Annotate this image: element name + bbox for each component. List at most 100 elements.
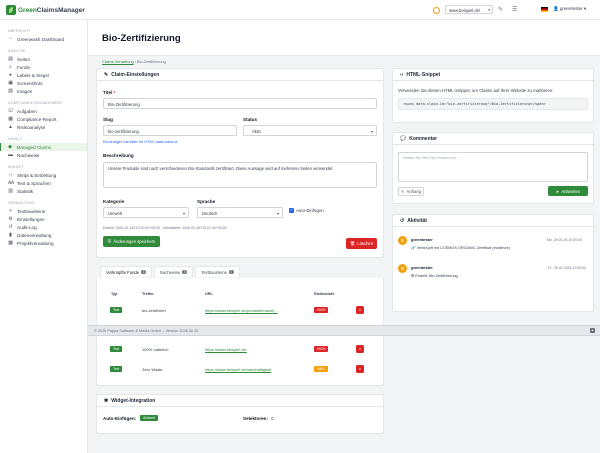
sidebar-item-statistik[interactable]: ▥ Statistik bbox=[0, 187, 87, 195]
sidebar-item-audit-log[interactable]: ↺ Audit-Log bbox=[0, 223, 87, 231]
selectors-label: Selektoren: bbox=[243, 416, 269, 421]
gear-icon: ⚙ bbox=[8, 216, 13, 222]
scroll-top-icon[interactable]: ▲ bbox=[590, 328, 595, 333]
language-flag-icon[interactable] bbox=[541, 7, 548, 12]
auto-insert-label: Auto-Einfügen bbox=[296, 208, 324, 213]
hit-text: 100% natürlich bbox=[142, 347, 169, 352]
risk-badge: HIGH bbox=[314, 346, 329, 352]
html-snippet-header: ‹› HTML-Snippet bbox=[393, 69, 593, 81]
plus-icon: ⊞ bbox=[411, 274, 415, 278]
puzzle-icon: ✱ bbox=[104, 397, 109, 404]
theme-toggle-icon[interactable] bbox=[433, 7, 440, 14]
sidebar-item-compliance-report[interactable]: ▦ Compliance-Report bbox=[0, 115, 87, 123]
language-select[interactable]: Deutsch ▾ bbox=[197, 207, 283, 218]
sidebar-item-screenshots[interactable]: ▣ Screenshots bbox=[0, 79, 87, 87]
auto-insert-status-label: Auto-Einfügen: bbox=[103, 416, 137, 421]
sidebar-item-nachweise[interactable]: ▬ Nachweise bbox=[0, 151, 87, 159]
sidebar-item-funde[interactable]: ⌕ Funde bbox=[0, 63, 87, 71]
code-icon: ‹› bbox=[8, 172, 13, 178]
domain-select[interactable]: www.beispiel.de/▾ bbox=[445, 5, 493, 14]
auto-insert-checkbox[interactable]: ✓ bbox=[289, 208, 294, 213]
delete-row-button[interactable]: × bbox=[356, 365, 364, 373]
sidebar-item-images[interactable]: ▨ Images bbox=[0, 87, 87, 95]
sidebar-item-seiten[interactable]: ▤ Seiten bbox=[0, 55, 87, 63]
chevron-down-icon: ▾ bbox=[276, 210, 279, 216]
warning-icon: ▲ bbox=[8, 124, 13, 130]
sidebar-item-projektverwaltung[interactable]: ▩ Projektverwaltung bbox=[0, 239, 87, 247]
activity-time: Mo, 29.01.26 10:30:00 bbox=[547, 238, 583, 242]
app-name: GreenClaimsManager bbox=[18, 6, 85, 14]
paperclip-icon: ✎ bbox=[401, 189, 405, 194]
tabs: Verknüpfte Funde 3 Nachweise 0 Textbaustei… bbox=[100, 266, 240, 277]
type-badge: Text bbox=[110, 307, 123, 313]
hit-text: Zero Waste bbox=[142, 367, 163, 372]
trash-icon: 🗑 bbox=[349, 240, 356, 246]
sidebar-item-managed-claims[interactable]: ◆ Managed Claims bbox=[0, 143, 87, 151]
chart-icon: ▥ bbox=[8, 188, 13, 194]
snippet-description: Verwenden Sie diesen HTML-Snippet, um Cl… bbox=[398, 88, 554, 93]
title-input[interactable]: Bio-Zertifizierung bbox=[103, 98, 377, 109]
attach-button[interactable]: ✎ Anhang bbox=[398, 187, 424, 196]
app-logo[interactable]: GreenClaimsManager bbox=[6, 5, 85, 15]
snippet-code[interactable]: <span data-claim-id="bio-zertifizierung"… bbox=[398, 98, 588, 110]
menu-icon[interactable]: ☰ bbox=[512, 6, 517, 13]
delete-row-button[interactable]: × bbox=[356, 345, 364, 353]
sidebar-item-text-sprachen[interactable]: Ꜳ Text & Sprachen bbox=[0, 179, 87, 187]
delete-row-button[interactable]: × bbox=[356, 306, 364, 314]
camera-icon: ▣ bbox=[8, 80, 13, 86]
sidebar-item-dashboard[interactable]: ◔ Greenwash Dashboard bbox=[0, 35, 87, 43]
search-icon: ⌕ bbox=[9, 65, 12, 70]
link-icon: 🔗 bbox=[411, 246, 416, 250]
description-textarea[interactable]: Unsere Produkte sind nach verschiedenen … bbox=[103, 162, 377, 188]
title-label: Titel * bbox=[103, 90, 116, 95]
delete-button[interactable]: 🗑 Löschen bbox=[346, 238, 377, 249]
widget-integration-header: ✱ Widget-Integration bbox=[97, 395, 383, 407]
sidebar-section-title: Inhalt bbox=[8, 137, 22, 141]
sidebar-item-risikoanalyse[interactable]: ▲ Risikoanalyse bbox=[0, 123, 87, 131]
translate-icon: Ꜳ bbox=[8, 180, 14, 186]
sidebar-item-datenverwaltung[interactable]: ▮ Datenverwaltung bbox=[0, 231, 87, 239]
status-select[interactable]: Aktiv ▾ bbox=[243, 125, 377, 136]
chevron-down-icon: ▾ bbox=[488, 8, 490, 12]
tab-textbausteine[interactable]: Textbausteine 0 bbox=[195, 266, 240, 277]
activity-header: ↺ Aktivität bbox=[393, 215, 593, 227]
activity-card: ↺ Aktivität bbox=[392, 214, 594, 312]
status-label: Status bbox=[243, 117, 258, 122]
column-header: Treffer bbox=[142, 292, 154, 296]
breadcrumb-link[interactable]: Claims-Verwaltung bbox=[102, 60, 134, 64]
sidebar-section-title: Widget bbox=[8, 165, 24, 169]
column-header: Risikostufe bbox=[314, 292, 335, 296]
description-label: Beschreibung bbox=[103, 153, 134, 158]
type-badge: Text bbox=[110, 366, 123, 372]
reply-button[interactable]: ➤ Antworten bbox=[548, 186, 588, 196]
finding-url[interactable]: https://www.beispiel.de/produkte/nachh..… bbox=[205, 308, 278, 313]
sidebar-item-textbausteine[interactable]: ≡ Textbausteine bbox=[0, 207, 87, 215]
edit-icon[interactable]: ✎ bbox=[498, 6, 503, 13]
chevron-down-icon: ▾ bbox=[370, 128, 373, 134]
sidebar-item-labels[interactable]: ● Labels & Siegel bbox=[0, 71, 87, 79]
save-button[interactable]: 🖫 Änderungen speichern bbox=[103, 236, 160, 247]
activity-text: 🔗 Verknüpft mit COSMOS ORGANIC Zertifika… bbox=[411, 246, 511, 250]
sidebar-item-aufgaben[interactable]: ☑ Aufgaben bbox=[0, 107, 87, 115]
timestamps: Erstellt: 2026-01-16T10:00:00+00:00 · Ak… bbox=[103, 226, 227, 230]
history-icon: ↺ bbox=[400, 217, 405, 224]
sidebar-item-einstellungen[interactable]: ⚙ Einstellungen bbox=[0, 215, 87, 223]
tab-nachweise[interactable]: Nachweise 0 bbox=[153, 266, 194, 277]
auto-insert-badge: Aktiviert bbox=[140, 415, 159, 421]
category-select[interactable]: Umwelt ▾ bbox=[103, 207, 189, 218]
activity-text: ⊞ Erstellt: Bio-Zertifizierung bbox=[411, 274, 458, 278]
finding-url[interactable]: https://www.beispiel.de/ bbox=[205, 347, 247, 352]
column-header: Typ bbox=[111, 292, 118, 296]
sidebar-item-skript[interactable]: ‹› Skript & Einbettung bbox=[0, 171, 87, 179]
activity-user: greentester bbox=[411, 265, 433, 270]
sidebar-section-title: Analyse bbox=[8, 49, 26, 53]
user-menu[interactable]: 👤 greentester ▾ bbox=[553, 6, 586, 12]
tab-verknuepfte-funde[interactable]: Verknüpfte Funde 3 bbox=[100, 266, 152, 277]
slug-input[interactable]: bio-zertifizierung bbox=[103, 125, 237, 136]
save-icon: 🖫 bbox=[107, 238, 112, 243]
footer: © 2026 Pappa Software & Media GmbH – Ver… bbox=[88, 325, 600, 336]
hit-text: bio-zertifiziert bbox=[142, 308, 166, 313]
comment-textarea[interactable]: Geben Sie hier Ihre Notizen ein... bbox=[398, 152, 588, 182]
finding-url[interactable]: https://www.beispiel.de/nachhaltigkeit bbox=[205, 367, 271, 372]
project-icon: ▩ bbox=[8, 240, 13, 246]
